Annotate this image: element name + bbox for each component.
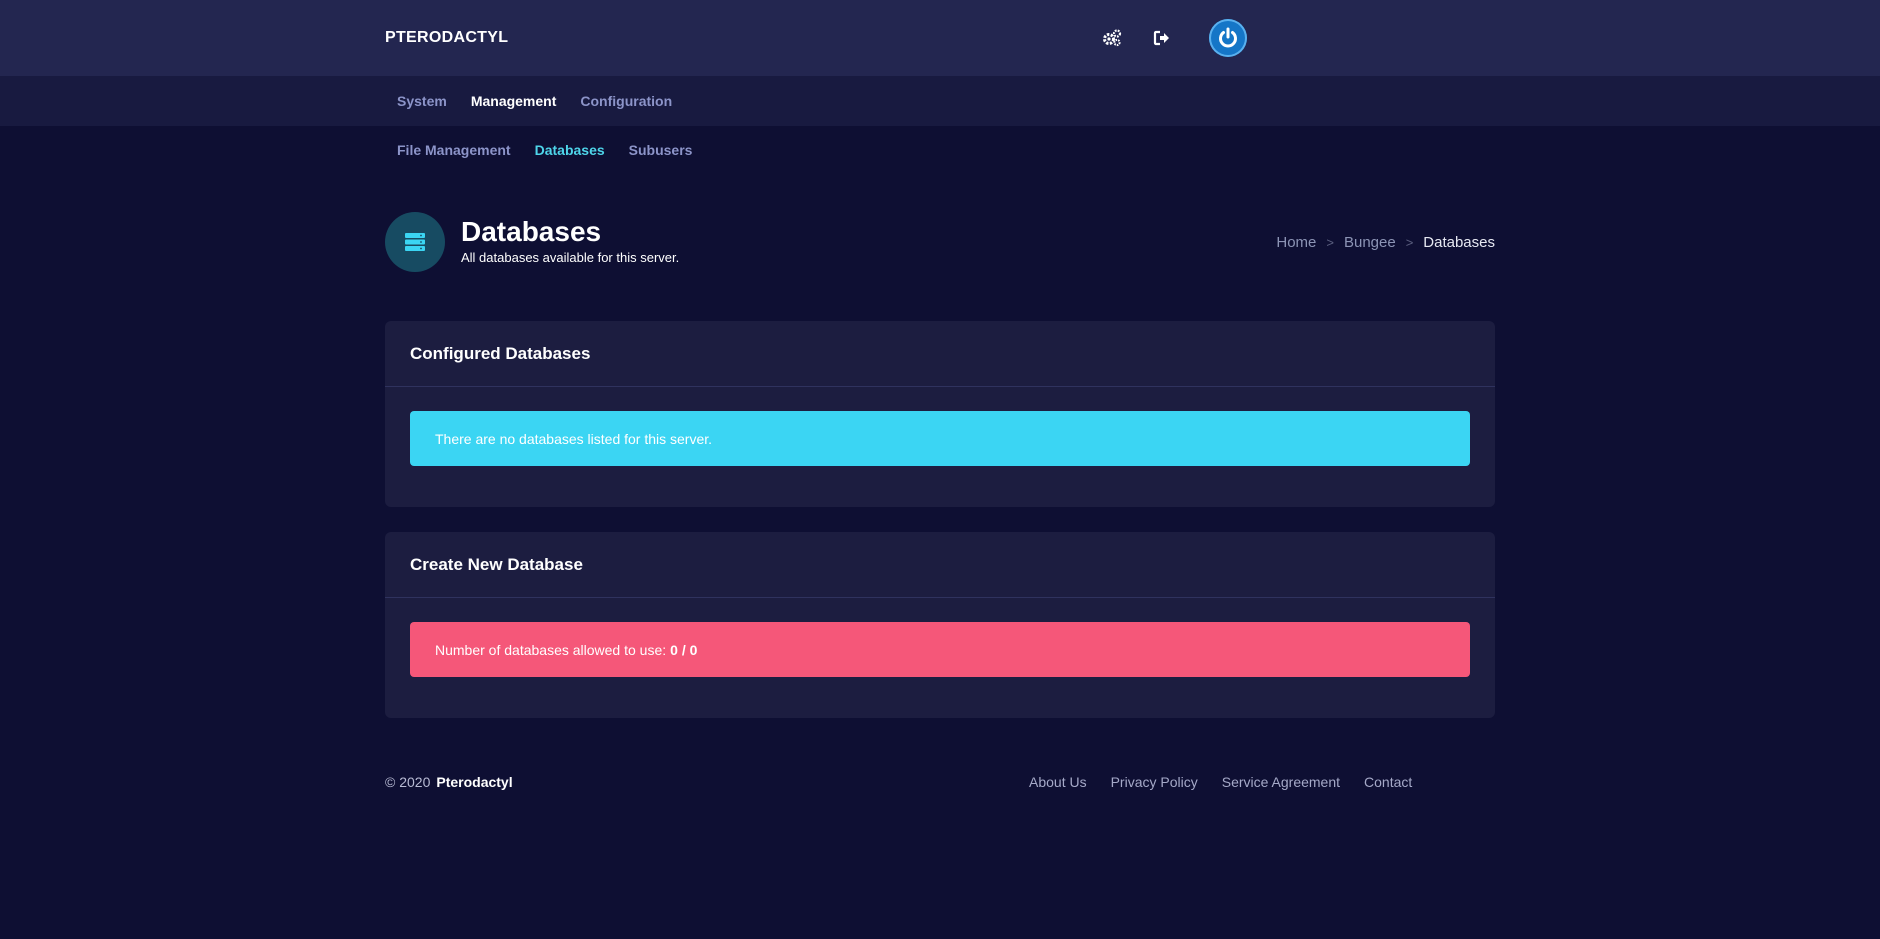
database-usage: 0 / 0 bbox=[670, 641, 698, 658]
page-title: Databases bbox=[461, 216, 602, 247]
nav-databases[interactable]: Databases bbox=[535, 142, 605, 158]
sign-out-icon[interactable] bbox=[1151, 27, 1173, 49]
nav-subusers[interactable]: Subusers bbox=[629, 142, 693, 158]
cogs-icon[interactable] bbox=[1101, 27, 1123, 49]
breadcrumb-server[interactable]: Bungee bbox=[1344, 234, 1396, 251]
copyright: © 2020 Pterodactyl bbox=[385, 774, 513, 790]
footer-links: About Us Privacy Policy Service Agreemen… bbox=[1029, 774, 1436, 790]
database-limit-alert: Number of databases allowed to use: 0 / … bbox=[410, 622, 1470, 677]
alert-message: Number of databases allowed to use: bbox=[435, 641, 667, 658]
footer-link-contact[interactable]: Contact bbox=[1364, 774, 1412, 790]
card-title: Configured Databases bbox=[385, 321, 1495, 387]
card-title: Create New Database bbox=[385, 532, 1495, 598]
nav-system[interactable]: System bbox=[397, 93, 447, 109]
primary-nav: System Management Configuration bbox=[0, 76, 1880, 126]
breadcrumb-separator: > bbox=[1405, 235, 1414, 250]
nav-configuration[interactable]: Configuration bbox=[580, 93, 672, 109]
secondary-nav: File Management Databases Subusers bbox=[0, 126, 1880, 174]
breadcrumb-separator: > bbox=[1326, 235, 1334, 250]
nav-management[interactable]: Management bbox=[471, 93, 557, 109]
alert-message: There are no databases listed for this s… bbox=[435, 430, 713, 447]
footer-link-privacy[interactable]: Privacy Policy bbox=[1111, 774, 1198, 790]
breadcrumb: Home > Bungee > Databases bbox=[1276, 234, 1495, 251]
power-icon[interactable] bbox=[1209, 19, 1247, 57]
footer: © 2020 Pterodactyl About Us Privacy Polic… bbox=[385, 774, 1495, 794]
configured-databases-card: Configured Databases There are no databa… bbox=[385, 321, 1495, 507]
footer-link-service-agreement[interactable]: Service Agreement bbox=[1222, 774, 1340, 790]
brand-logo[interactable]: PTERODACTYL bbox=[385, 29, 508, 47]
top-icons bbox=[1073, 19, 1247, 57]
page-subtitle: All databases available for this server. bbox=[461, 250, 680, 265]
breadcrumb-current: Databases bbox=[1423, 234, 1495, 251]
top-bar: PTERODACTYL bbox=[0, 0, 1880, 76]
nav-file-management[interactable]: File Management bbox=[397, 142, 511, 158]
footer-link-about[interactable]: About Us bbox=[1029, 774, 1087, 790]
no-databases-alert: There are no databases listed for this s… bbox=[410, 411, 1470, 466]
breadcrumb-home[interactable]: Home bbox=[1276, 234, 1316, 251]
create-database-card: Create New Database Number of databases … bbox=[385, 532, 1495, 718]
database-icon bbox=[385, 212, 445, 272]
page-header: Databases All databases available for th… bbox=[385, 212, 1495, 272]
footer-brand: Pterodactyl bbox=[436, 774, 513, 790]
